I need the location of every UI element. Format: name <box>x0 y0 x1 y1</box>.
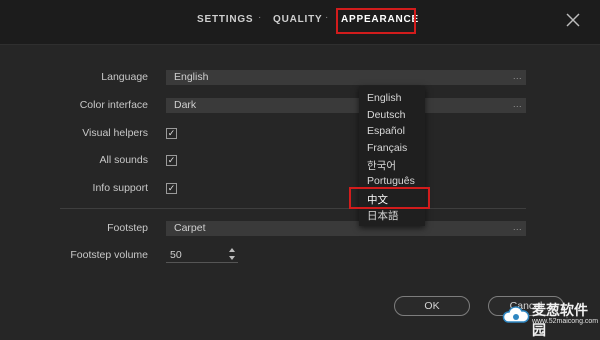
check-icon: ✓ <box>167 155 176 165</box>
visual-helpers-label: Visual helpers <box>82 127 148 139</box>
info-support-checkbox[interactable]: ✓ <box>166 183 177 194</box>
footstep-select[interactable]: Carpet ... <box>166 221 526 236</box>
check-icon: ✓ <box>167 183 176 193</box>
footstep-value: Carpet <box>174 222 206 234</box>
tab-quality[interactable]: QUALITY <box>273 14 323 25</box>
dropdown-option-deutsch[interactable]: Deutsch <box>367 109 406 121</box>
color-interface-label: Color interface <box>79 99 148 111</box>
footstep-volume-underline <box>166 262 238 263</box>
watermark-url: www.52maicong.com <box>532 318 599 325</box>
check-icon: ✓ <box>167 128 176 138</box>
footstep-volume-value[interactable]: 50 <box>170 249 182 261</box>
section-divider <box>60 208 526 209</box>
appearance-highlight-box <box>336 8 416 34</box>
cloud-logo-icon <box>502 306 530 323</box>
language-value: English <box>174 71 209 83</box>
footstep-volume-label: Footstep volume <box>70 249 148 261</box>
close-icon[interactable] <box>564 11 582 29</box>
info-support-label: Info support <box>92 182 148 194</box>
ok-button[interactable]: OK <box>394 296 470 316</box>
visual-helpers-checkbox[interactable]: ✓ <box>166 128 177 139</box>
footstep-label: Footstep <box>107 222 148 234</box>
dropdown-option-japanese[interactable]: 日本語 <box>367 208 399 223</box>
dropdown-option-english[interactable]: English <box>367 92 401 104</box>
dropdown-option-portugues[interactable]: Português <box>367 175 415 187</box>
ellipsis-icon: ... <box>512 71 522 81</box>
all-sounds-label: All sounds <box>99 154 148 166</box>
stepper-arrows-icon[interactable] <box>228 247 236 261</box>
top-bar: SETTINGS · QUALITY · APPEARANCE <box>0 0 600 45</box>
tab-settings[interactable]: SETTINGS <box>197 14 253 25</box>
tab-separator: · <box>258 12 262 23</box>
all-sounds-checkbox[interactable]: ✓ <box>166 155 177 166</box>
color-interface-value: Dark <box>174 99 197 111</box>
ellipsis-icon: ... <box>512 99 522 109</box>
language-select[interactable]: English ... <box>166 70 526 85</box>
dropdown-option-francais[interactable]: Français <box>367 142 407 154</box>
watermark: 麦葱软件园 www.52maicong.com <box>500 298 600 338</box>
ellipsis-icon: ... <box>512 222 522 232</box>
tab-separator: · <box>325 12 329 23</box>
dropdown-option-espanol[interactable]: Español <box>367 125 405 137</box>
chinese-highlight-box <box>349 187 430 209</box>
color-interface-select[interactable]: Dark ... <box>166 98 526 113</box>
dropdown-option-korean[interactable]: 한국어 <box>367 158 396 173</box>
language-label: Language <box>101 71 148 83</box>
